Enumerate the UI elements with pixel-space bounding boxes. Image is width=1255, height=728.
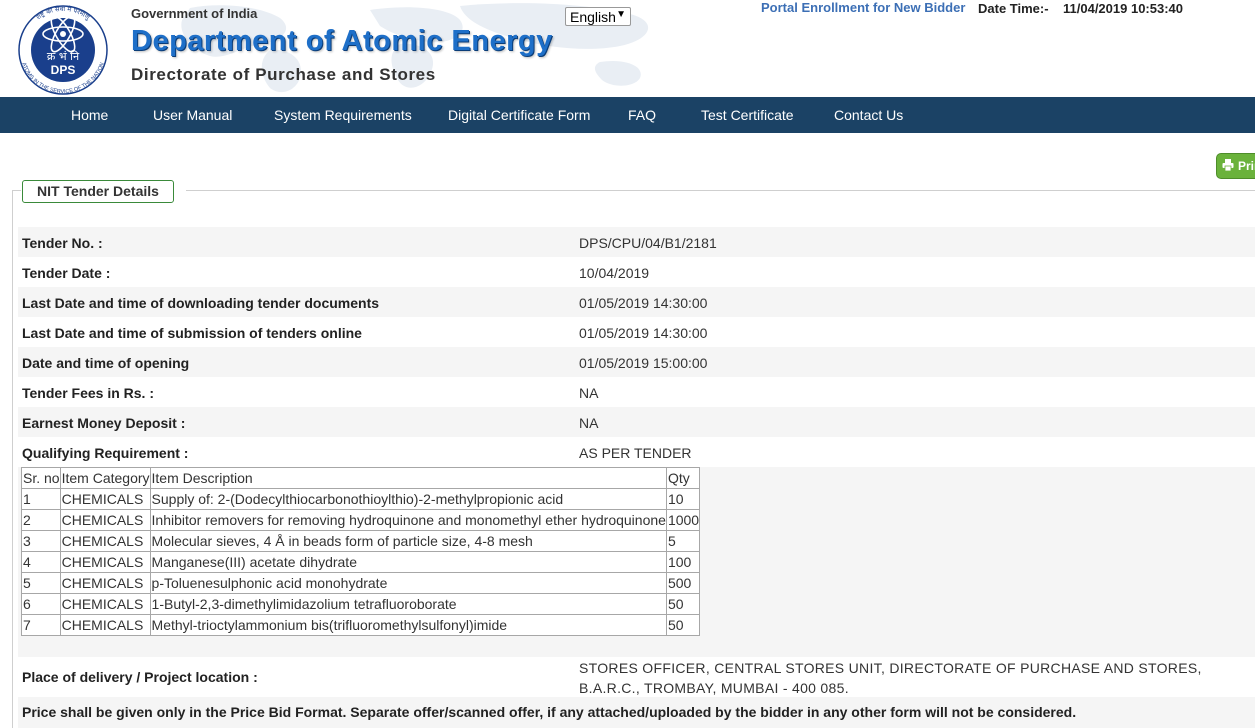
detail-row: Earnest Money Deposit : NA	[18, 407, 1255, 437]
main-nav: Home User Manual System Requirements Dig…	[0, 97, 1255, 133]
cell-qty: 1000	[665, 509, 701, 531]
column-header: Item Category	[59, 467, 151, 489]
directorate-subtitle: Directorate of Purchase and Stores	[131, 65, 436, 84]
detail-label: Date and time of opening	[22, 355, 190, 371]
cell-category: CHEMICALS	[59, 509, 151, 531]
nav-contact-us[interactable]: Contact Us	[834, 107, 903, 123]
department-title: Department of Atomic Energy	[131, 25, 553, 57]
logo-devanagari: क्र भं नि	[47, 50, 80, 63]
detail-value: NA	[579, 385, 599, 401]
cell-sr-no: 4	[21, 551, 61, 573]
print-button[interactable]: Print	[1216, 153, 1255, 179]
detail-value: 01/05/2019 14:30:00	[579, 295, 708, 311]
detail-row: Last Date and time of downloading tender…	[18, 287, 1255, 317]
cell-description: Molecular sieves, 4 Å in beads form of p…	[149, 530, 667, 552]
detail-value: DPS/CPU/04/B1/2181	[579, 235, 717, 251]
table-row: 3 CHEMICALS Molecular sieves, 4 Å in bea…	[21, 530, 701, 552]
cell-sr-no: 7	[21, 614, 61, 636]
language-select[interactable]: English ▼	[565, 7, 631, 26]
detail-row: Last Date and time of submission of tend…	[18, 317, 1255, 347]
cell-qty: 50	[665, 593, 701, 615]
items-table: Sr. no Item Category Item Description Qt…	[21, 467, 701, 636]
delivery-value: STORES OFFICER, CENTRAL STORES UNIT, DIR…	[579, 660, 1202, 696]
cell-category: CHEMICALS	[59, 593, 151, 615]
detail-row: Qualifying Requirement : AS PER TENDER	[18, 437, 1255, 467]
language-select-value: English	[570, 9, 616, 25]
detail-label: Tender Date :	[22, 265, 111, 281]
site-header: क्र भं नि DPS राष्ट्र की सेवा में परमाणु…	[0, 0, 1255, 97]
detail-row: Date and time of opening 01/05/2019 15:0…	[18, 347, 1255, 377]
table-row: 6 CHEMICALS 1-Butyl-2,3-dimethylimidazol…	[21, 593, 701, 615]
section-title: NIT Tender Details	[22, 180, 174, 203]
dps-logo: क्र भं नि DPS राष्ट्र की सेवा में परमाणु…	[18, 5, 108, 95]
detail-label: Last Date and time of submission of tend…	[22, 325, 362, 341]
detail-label: Qualifying Requirement :	[22, 445, 189, 461]
table-row: 1 CHEMICALS Supply of: 2-(Dodecylthiocar…	[21, 488, 701, 510]
delivery-label: Place of delivery / Project location :	[22, 669, 258, 685]
detail-value: NA	[579, 415, 599, 431]
detail-label: Earnest Money Deposit :	[22, 415, 186, 431]
cell-sr-no: 6	[21, 593, 61, 615]
cell-qty: 10	[665, 488, 701, 510]
nav-faq[interactable]: FAQ	[628, 107, 656, 123]
cell-category: CHEMICALS	[59, 488, 151, 510]
print-label: Print	[1238, 159, 1255, 173]
detail-row: Tender No. : DPS/CPU/04/B1/2181	[18, 227, 1255, 257]
detail-value: 01/05/2019 15:00:00	[579, 355, 708, 371]
cell-description: Supply of: 2-(Dodecylthiocarbonothioylth…	[149, 488, 667, 510]
cell-qty: 100	[665, 551, 701, 573]
nav-system-requirements[interactable]: System Requirements	[274, 107, 412, 123]
table-row: 5 CHEMICALS p-Toluenesulphonic acid mono…	[21, 572, 701, 594]
printer-icon	[1222, 159, 1234, 172]
detail-label: Tender Fees in Rs. :	[22, 385, 154, 401]
detail-label: Last Date and time of downloading tender…	[22, 295, 380, 311]
detail-value: 10/04/2019	[579, 265, 650, 281]
detail-value: 01/05/2019 14:30:00	[579, 325, 708, 341]
column-header: Item Description	[149, 467, 667, 489]
price-bid-note: Price shall be given only in the Price B…	[22, 704, 1077, 720]
nav-user-manual[interactable]: User Manual	[153, 107, 232, 123]
cell-sr-no: 1	[21, 488, 61, 510]
nav-home[interactable]: Home	[71, 107, 108, 123]
cell-category: CHEMICALS	[59, 614, 151, 636]
cell-category: CHEMICALS	[59, 572, 151, 594]
fieldset-border	[186, 190, 1255, 191]
cell-qty: 5	[665, 530, 701, 552]
table-row: 7 CHEMICALS Methyl-trioctylammonium bis(…	[21, 614, 701, 636]
government-label: Government of India	[131, 6, 258, 21]
logo-dps-text: DPS	[51, 63, 76, 77]
cell-qty: 500	[665, 572, 701, 594]
cell-description: p-Toluenesulphonic acid monohydrate	[149, 572, 667, 594]
enrollment-link[interactable]: Portal Enrollment for New Bidder	[761, 0, 965, 15]
cell-description: 1-Butyl-2,3-dimethylimidazolium tetraflu…	[149, 593, 667, 615]
cell-category: CHEMICALS	[59, 551, 151, 573]
table-row: 4 CHEMICALS Manganese(III) acetate dihyd…	[21, 551, 701, 573]
detail-row: Tender Date : 10/04/2019	[18, 257, 1255, 287]
cell-description: Methyl-trioctylammonium bis(trifluoromet…	[149, 614, 667, 636]
column-header: Qty	[665, 467, 701, 489]
nav-test-certificate[interactable]: Test Certificate	[701, 107, 794, 123]
datetime-value: 11/04/2019 10:53:40	[1063, 1, 1183, 16]
cell-qty: 50	[665, 614, 701, 636]
cell-description: Manganese(III) acetate dihydrate	[149, 551, 667, 573]
nav-digital-certificate-form[interactable]: Digital Certificate Form	[448, 107, 590, 123]
cell-category: CHEMICALS	[59, 530, 151, 552]
cell-sr-no: 2	[21, 509, 61, 531]
fieldset-border	[12, 190, 13, 728]
table-row: 2 CHEMICALS Inhibitor removers for remov…	[21, 509, 701, 531]
cell-sr-no: 3	[21, 530, 61, 552]
table-header-row: Sr. no Item Category Item Description Qt…	[21, 467, 701, 489]
cell-sr-no: 5	[21, 572, 61, 594]
column-header: Sr. no	[21, 467, 61, 489]
chevron-down-icon: ▼	[616, 9, 626, 20]
detail-value: AS PER TENDER	[579, 445, 692, 461]
fieldset-border	[12, 190, 21, 191]
detail-row: Tender Fees in Rs. : NA	[18, 377, 1255, 407]
datetime-label: Date Time:-	[978, 1, 1049, 16]
cell-description: Inhibitor removers for removing hydroqui…	[149, 509, 667, 531]
detail-label: Tender No. :	[22, 235, 103, 251]
